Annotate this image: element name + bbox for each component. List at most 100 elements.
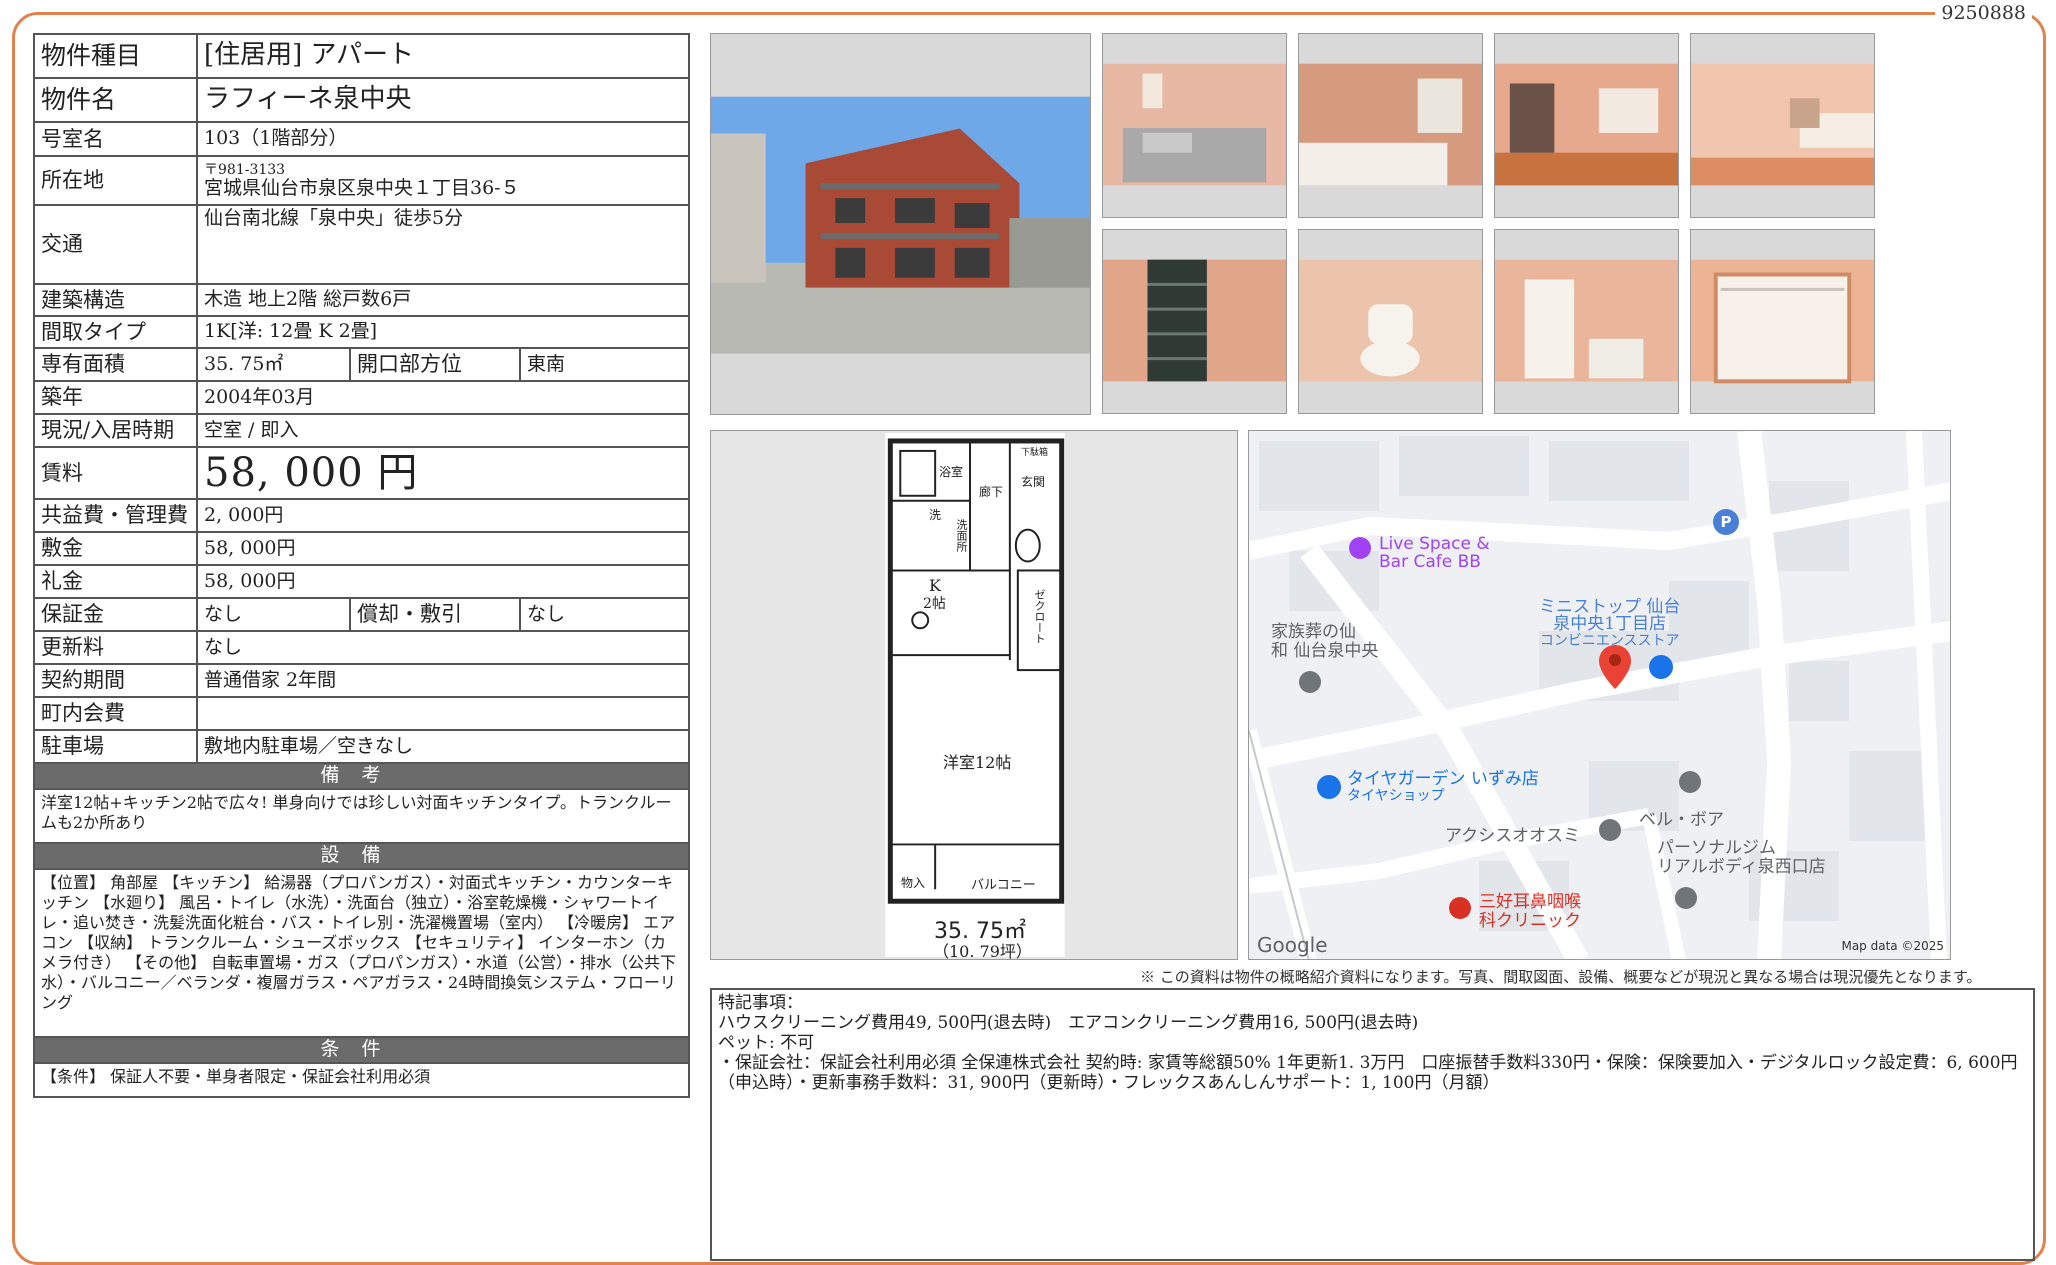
equipment-text: 【位置】 角部屋 【キッチン】 給湯器（プロパンガス）・対面式キッチン・カウンタ… bbox=[32, 867, 691, 1038]
map-label-clinic: 三好耳鼻咽喉 科クリニック bbox=[1479, 893, 1581, 931]
building-photo-icon bbox=[710, 33, 1091, 415]
map-label-livespace-line2: Bar Cafe BB bbox=[1379, 552, 1481, 572]
map-label-ministop-line2: 泉中央1丁目店 bbox=[1553, 614, 1667, 634]
floorplan-wash-label: 洗 bbox=[929, 508, 942, 522]
special-notes-title: 特記事項： bbox=[718, 993, 803, 1013]
contract-label: 契約期間 bbox=[33, 663, 198, 698]
renewal-label: 更新料 bbox=[33, 630, 198, 665]
parking-icon: P bbox=[1713, 509, 1739, 535]
floorplan-western-room-label: 洋室12帖 bbox=[943, 753, 1012, 772]
floorplan-storage-label: 物入 bbox=[901, 876, 926, 890]
remarks-text: 洋室12帖+キッチン2帖で広々! 単身向けでは珍しい対面キッチンタイプ。トランク… bbox=[32, 787, 691, 844]
floorplan-balcony-label: バルコニー bbox=[971, 878, 1036, 893]
status-label: 現況/入居時期 bbox=[33, 413, 198, 448]
floorplan-bath-label: 浴室 bbox=[939, 465, 964, 479]
area-label: 専有面積 bbox=[33, 347, 198, 382]
map-label-gym: パーソナルジム リアルボディ泉西口店 bbox=[1657, 839, 1826, 877]
map-data-attribution: Map data ©2025 bbox=[1841, 939, 1944, 953]
clinic-icon bbox=[1449, 897, 1471, 919]
deposit-value: 58, 000円 bbox=[195, 531, 691, 566]
address-label: 所在地 bbox=[33, 155, 198, 206]
map-label-tire-line2: タイヤショップ bbox=[1347, 788, 1445, 804]
amortization-label: 償却・敷引 bbox=[349, 597, 521, 632]
map-label-funeral: 家族葬の仙和 仙台泉中央 bbox=[1271, 623, 1378, 661]
floorplan-hall-label: 廊下 bbox=[979, 485, 1004, 499]
contract-value: 普通借家 2年間 bbox=[195, 663, 691, 698]
fee-label: 共益費・管理費 bbox=[33, 498, 198, 533]
address-value: 宮城県仙台市泉区泉中央１丁目36-５ bbox=[204, 176, 520, 199]
transport-label: 交通 bbox=[33, 204, 198, 285]
transport-value: 仙台南北線「泉中央」徒歩5分 bbox=[195, 204, 691, 285]
neighborhood-fee-label: 町内会費 bbox=[33, 696, 198, 731]
special-notes-pet: ペット: 不可 bbox=[718, 1033, 815, 1054]
map-label-bellboa: ベル・ボア bbox=[1639, 810, 1724, 830]
gym-poi-icon bbox=[1675, 887, 1697, 909]
conditions-text: 【条件】 保証人不要・単身者限定・保証会社利用必須 bbox=[32, 1061, 691, 1098]
map-label-gym-line2: リアルボディ泉西口店 bbox=[1657, 857, 1826, 877]
status-value: 空室 / 即入 bbox=[195, 413, 691, 448]
layout-value: 1K[洋: 12畳 K 2畳] bbox=[195, 315, 691, 349]
location-map[interactable]: P Live Space & Bar Cafe BB 家族葬の仙和 仙台泉中央 ミ… bbox=[1248, 430, 1951, 960]
key-money-value: 58, 000円 bbox=[195, 564, 691, 599]
washstand-photo-icon bbox=[1494, 229, 1679, 414]
tire-shop-icon bbox=[1317, 775, 1341, 799]
floorplan-tsubo: （10. 79坪） bbox=[933, 942, 1032, 960]
map-label-ministop: ミニストップ 仙台 泉中央1丁目店 コンビニエンスストア bbox=[1539, 599, 1680, 650]
parking-label: 駐車場 bbox=[33, 729, 198, 764]
map-label-gym-line1: パーソナルジム bbox=[1657, 838, 1776, 858]
room-counter-photo-icon bbox=[1690, 33, 1875, 218]
opening-direction-value: 東南 bbox=[518, 347, 691, 382]
deposit-label: 敷金 bbox=[33, 531, 198, 566]
bellboa-poi-icon bbox=[1679, 771, 1701, 793]
property-info-table: 物件種目 [住居用] アパート 物件名 ラフィーネ泉中央 号室名 103（1階部分） … bbox=[32, 33, 691, 1098]
closet-photo-icon bbox=[1690, 229, 1875, 414]
map-label-funeral-line1: 家族葬の仙 bbox=[1271, 622, 1356, 642]
bathroom-photo-icon bbox=[1298, 33, 1483, 218]
room-value: 103（1階部分） bbox=[195, 121, 691, 157]
axis-poi-icon bbox=[1599, 819, 1621, 841]
map-label-livespace: Live Space & Bar Cafe BB bbox=[1379, 535, 1490, 571]
kitchen-photo-icon bbox=[1102, 33, 1287, 218]
opening-direction-label: 開口部方位 bbox=[349, 347, 521, 382]
amortization-value: なし bbox=[518, 597, 691, 632]
floorplan-image: 浴室 洗面所 洗 廊下 玄関 下駄箱 K 2帖 ゼクロート 洋室12帖 物入 バ… bbox=[710, 430, 1238, 960]
name-label: 物件名 bbox=[33, 77, 198, 123]
structure-value: 木造 地上2階 総戸数6戸 bbox=[195, 283, 691, 317]
location-pin-icon bbox=[1599, 645, 1631, 689]
google-logo: Google bbox=[1257, 933, 1328, 957]
document-number: 9250888 bbox=[1935, 2, 2032, 24]
map-label-ministop-line3: コンビニエンスストア bbox=[1539, 633, 1680, 649]
rent-value: 58, 000 円 bbox=[195, 446, 691, 500]
type-value: [住居用] アパート bbox=[195, 33, 691, 79]
map-label-axis: アクシスオオスミ bbox=[1445, 826, 1581, 846]
renewal-value: なし bbox=[195, 630, 691, 665]
conditions-header: 条件 bbox=[32, 1035, 691, 1064]
floorplan-entrance-label: 玄関 bbox=[1021, 475, 1046, 489]
zip-code: 〒981-3133 bbox=[204, 161, 286, 178]
special-notes-box: 特記事項： ハウスクリーニング費用49, 500円(退去時) エアコンクリーニン… bbox=[710, 988, 2035, 1261]
map-label-funeral-line2: 和 仙台泉中央 bbox=[1271, 641, 1379, 661]
remarks-header: 備考 bbox=[32, 762, 691, 790]
type-label: 物件種目 bbox=[33, 33, 198, 79]
map-label-livespace-line1: Live Space & bbox=[1379, 534, 1490, 554]
neighborhood-fee-value bbox=[195, 696, 691, 731]
equipment-header: 設備 bbox=[32, 841, 691, 870]
special-notes-cleaning: ハウスクリーニング費用49, 500円(退去時) エアコンクリーニング費用16,… bbox=[718, 1013, 1419, 1034]
convenience-store-icon bbox=[1649, 655, 1673, 679]
map-label-tire: タイヤガーデン いずみ店 タイヤショップ bbox=[1347, 771, 1539, 805]
guarantee-value: なし bbox=[196, 597, 351, 632]
special-notes-guarantee: ・保証会社：保証会社利用必須 全保連株式会社 契約時: 家賃等総額50% 1年更… bbox=[718, 1053, 2018, 1094]
parking-value: 敷地内駐車場／空きなし bbox=[195, 729, 691, 764]
room-label: 号室名 bbox=[33, 121, 198, 157]
guarantee-label: 保証金 bbox=[33, 597, 198, 632]
shoebox-photo-icon bbox=[1102, 229, 1287, 414]
map-label-tire-line1: タイヤガーデン いずみ店 bbox=[1347, 769, 1539, 789]
key-money-label: 礼金 bbox=[33, 564, 198, 599]
floorplan-shoebox-label: 下駄箱 bbox=[1021, 448, 1049, 458]
fee-value: 2, 000円 bbox=[195, 498, 691, 533]
structure-label: 建築構造 bbox=[33, 283, 198, 317]
area-value: 35. 75㎡ bbox=[196, 347, 351, 382]
funeral-poi-icon bbox=[1299, 671, 1321, 693]
floorplan-closet-label: ゼクロート bbox=[1033, 589, 1046, 644]
map-label-clinic-line1: 三好耳鼻咽喉 bbox=[1479, 892, 1581, 912]
